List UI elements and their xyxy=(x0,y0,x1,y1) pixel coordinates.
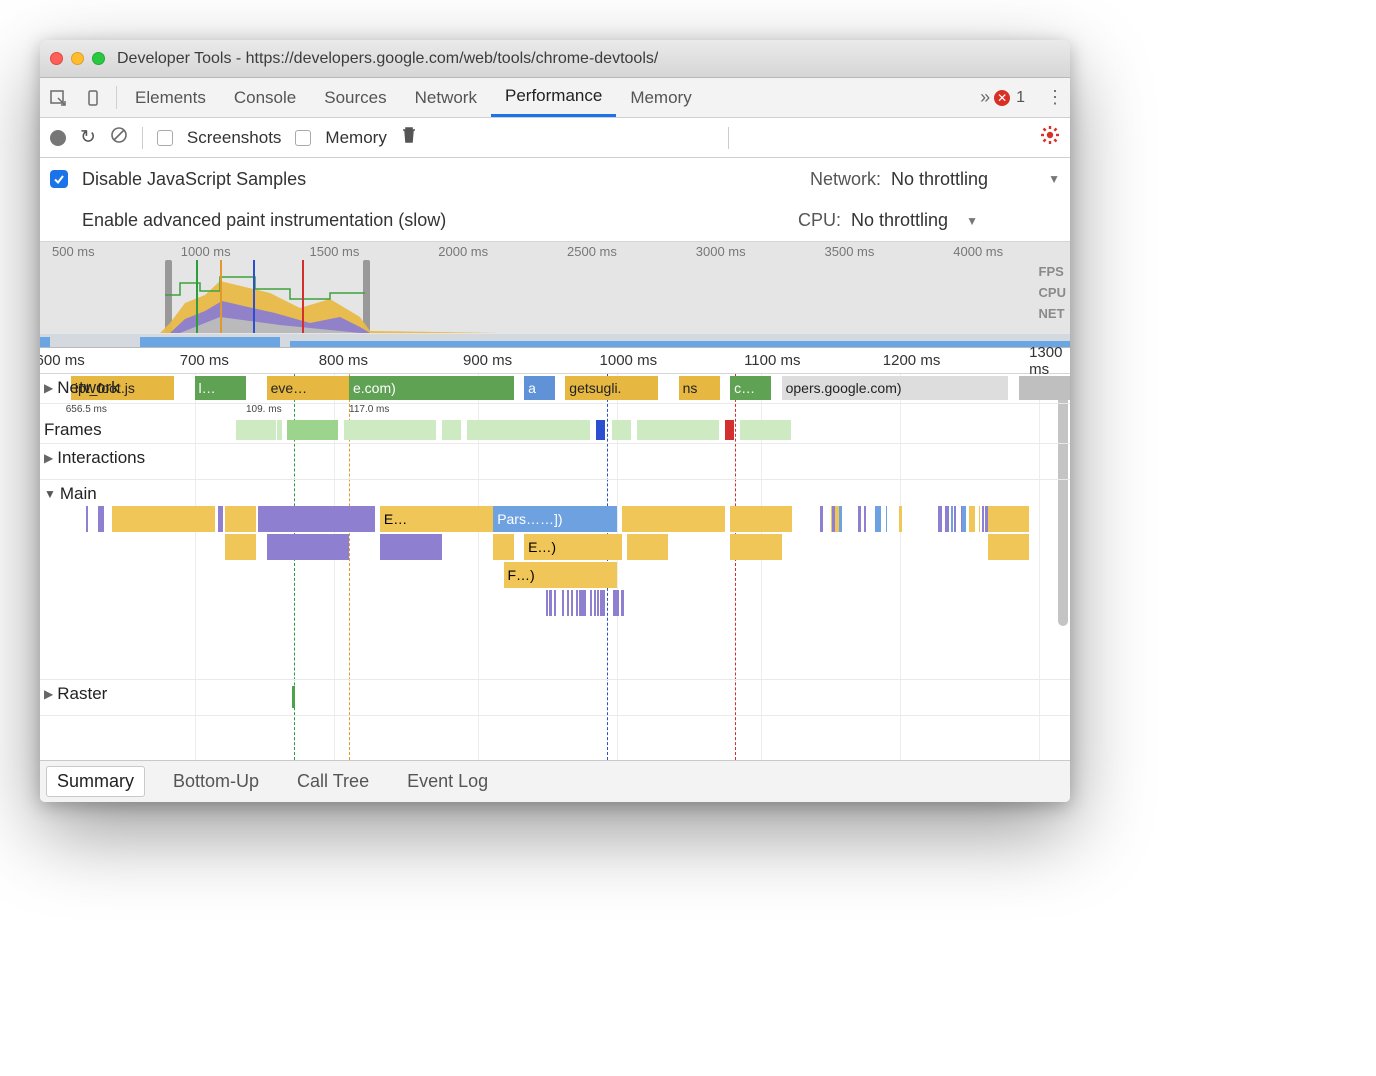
tab-elements[interactable]: Elements xyxy=(121,78,220,117)
expand-icon[interactable]: ▶ xyxy=(44,687,53,701)
network-block[interactable]: getsugli. xyxy=(565,376,658,400)
memory-checkbox[interactable] xyxy=(295,130,311,146)
error-count: 1 xyxy=(1016,89,1025,107)
tab-event-log[interactable]: Event Log xyxy=(397,767,498,796)
network-block[interactable]: ns xyxy=(679,376,720,400)
network-throttle-label: Network: xyxy=(810,169,881,190)
minimize-icon[interactable] xyxy=(71,52,84,65)
dropdown-icon[interactable]: ▼ xyxy=(966,214,978,228)
more-tabs-icon[interactable]: » xyxy=(980,87,990,108)
capture-settings-icon[interactable] xyxy=(1040,125,1060,150)
tab-summary[interactable]: Summary xyxy=(46,766,145,797)
reload-icon[interactable]: ↻ xyxy=(80,126,96,149)
expand-icon[interactable]: ▶ xyxy=(44,381,53,395)
cpu-throttle-select[interactable]: No throttling xyxy=(851,210,948,231)
network-block[interactable]: opers.google.com) xyxy=(782,376,1009,400)
network-block[interactable]: a xyxy=(524,376,555,400)
tab-network[interactable]: Network xyxy=(401,78,491,117)
record-icon[interactable] xyxy=(50,130,66,146)
options-row-1: Disable JavaScript Samples Network: No t… xyxy=(40,158,1070,200)
options-row-2: Enable advanced paint instrumentation (s… xyxy=(40,200,1070,242)
trash-icon[interactable] xyxy=(401,126,417,149)
dropdown-icon[interactable]: ▼ xyxy=(1048,172,1060,186)
network-block[interactable]: eve… xyxy=(267,376,349,400)
expand-icon[interactable]: ▶ xyxy=(44,451,53,465)
frames-track[interactable]: 656.5 ms Frames 109. ms 117.0 ms xyxy=(40,404,1070,444)
inspect-icon[interactable] xyxy=(40,78,76,117)
window-title: Developer Tools - https://developers.goo… xyxy=(117,50,658,68)
tab-memory[interactable]: Memory xyxy=(616,78,705,117)
error-badge[interactable]: ✕ 1 xyxy=(994,89,1025,107)
performance-toolbar: ↻ Screenshots Memory xyxy=(40,118,1070,158)
details-tabs: Summary Bottom-Up Call Tree Event Log xyxy=(40,760,1070,802)
tab-sources[interactable]: Sources xyxy=(310,78,400,117)
network-block[interactable]: c… xyxy=(730,376,771,400)
traffic-lights xyxy=(50,52,105,65)
main-track[interactable]: ▼Main E… Pars……]) E…) F…) xyxy=(40,480,1070,680)
error-icon: ✕ xyxy=(994,90,1010,106)
network-track[interactable]: ▶Network ipt_foot.jsl…eve…e.com)agetsugl… xyxy=(40,374,1070,404)
adv-paint-label: Enable advanced paint instrumentation (s… xyxy=(82,210,446,231)
clear-icon[interactable] xyxy=(110,126,128,149)
devtools-window: Developer Tools - https://developers.goo… xyxy=(40,40,1070,802)
tab-call-tree[interactable]: Call Tree xyxy=(287,767,379,796)
cpu-throttle-label: CPU: xyxy=(798,210,841,231)
adv-paint-checkbox[interactable] xyxy=(50,212,68,230)
network-block[interactable]: l… xyxy=(195,376,247,400)
memory-label: Memory xyxy=(325,128,386,148)
disable-js-samples-label: Disable JavaScript Samples xyxy=(82,169,306,190)
titlebar: Developer Tools - https://developers.goo… xyxy=(40,40,1070,78)
close-icon[interactable] xyxy=(50,52,63,65)
overview-ticks: 500 ms 1000 ms 1500 ms 2000 ms 2500 ms 3… xyxy=(40,244,1070,259)
network-throttle-select[interactable]: No throttling xyxy=(891,169,988,190)
overview-pane[interactable]: 500 ms 1000 ms 1500 ms 2000 ms 2500 ms 3… xyxy=(40,242,1070,348)
main-tabs: Elements Console Sources Network Perform… xyxy=(40,78,1070,118)
interactions-track[interactable]: ▶Interactions xyxy=(40,444,1070,480)
expand-icon[interactable]: ▼ xyxy=(44,487,56,501)
flamechart-area[interactable]: ▶Network ipt_foot.jsl…eve…e.com)agetsugl… xyxy=(40,374,1070,760)
screenshots-checkbox[interactable] xyxy=(157,130,173,146)
zoom-icon[interactable] xyxy=(92,52,105,65)
screenshots-label: Screenshots xyxy=(187,128,282,148)
network-block[interactable]: e.com) xyxy=(349,376,514,400)
tab-performance[interactable]: Performance xyxy=(491,78,616,117)
disable-js-samples-checkbox[interactable] xyxy=(50,170,68,188)
cpu-chart xyxy=(160,273,500,333)
detail-ruler[interactable]: 600 ms 700 ms 800 ms 900 ms 1000 ms 1100… xyxy=(40,348,1070,374)
device-toggle-icon[interactable] xyxy=(76,78,112,117)
tab-console[interactable]: Console xyxy=(220,78,310,117)
kebab-menu-icon[interactable]: ⋮ xyxy=(1046,87,1064,108)
tab-bottom-up[interactable]: Bottom-Up xyxy=(163,767,269,796)
raster-track[interactable]: ▶Raster xyxy=(40,680,1070,716)
